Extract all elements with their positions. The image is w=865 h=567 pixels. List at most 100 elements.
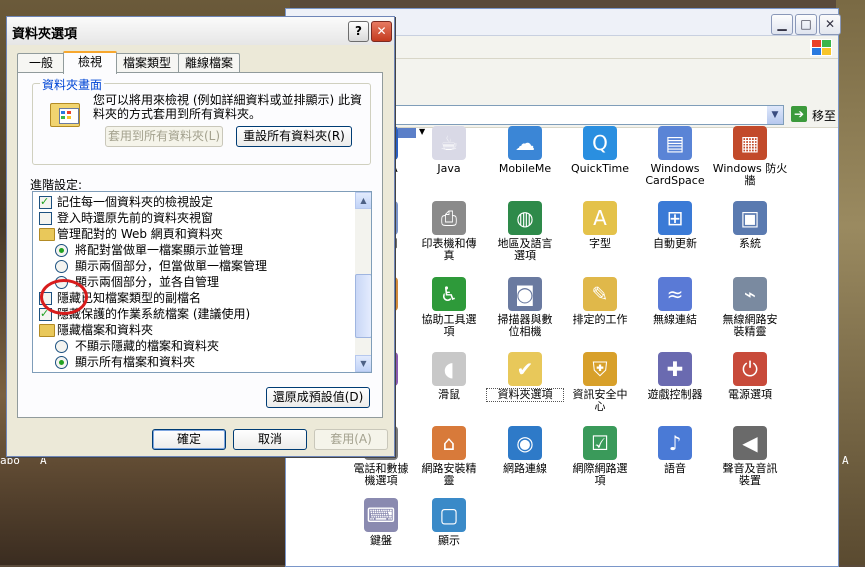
control-panel-item[interactable]: ☕ Java: [411, 126, 487, 175]
control-panel-item[interactable]: ☁ MobileMe: [487, 126, 563, 175]
mouse-icon: ◖: [432, 352, 466, 386]
control-panel-item[interactable]: ▦ Windows 防火 牆: [712, 126, 788, 187]
red-highlight-circle: [40, 279, 88, 315]
accessibility-icon: ♿: [432, 277, 466, 311]
control-panel-item-label: 鍵盤: [370, 534, 392, 547]
cancel-button[interactable]: 取消: [233, 429, 307, 450]
control-panel-item-label: 網際網路選 項: [572, 462, 628, 487]
control-panel-item-label: Windows CardSpace: [645, 162, 705, 187]
control-panel-item-label: 字型: [589, 237, 611, 250]
cloud-icon: ☁: [508, 126, 542, 160]
control-panel-item-label: Java: [437, 162, 461, 175]
setting-label: 登入時還原先前的資料夾視窗: [57, 211, 214, 225]
radio-button[interactable]: [55, 340, 68, 353]
control-panel-item[interactable]: ⌁ 無線網路安 裝精靈: [712, 277, 788, 338]
control-panel-item[interactable]: ⛨ 資訊安全中 心: [562, 352, 638, 413]
address-dropdown-icon[interactable]: ▼: [767, 106, 783, 124]
control-panel-item[interactable]: ▤ Windows CardSpace: [637, 126, 713, 187]
windows-logo-icon: [810, 39, 832, 56]
radio-button[interactable]: [55, 260, 68, 273]
control-panel-item[interactable]: ◍ 地區及語言 選項: [487, 201, 563, 262]
control-panel-item-label: QuickTime: [570, 162, 630, 175]
restore-defaults-button[interactable]: 還原成預設值(D): [266, 387, 370, 408]
advanced-settings-list[interactable]: 記住每一個資料夾的檢視設定登入時還原先前的資料夾視窗管理配對的 Web 網頁和資…: [32, 191, 372, 373]
control-panel-item[interactable]: ◖ 滑鼠: [411, 352, 487, 401]
checkbox[interactable]: [39, 194, 52, 210]
control-panel-item[interactable]: ⊞ 自動更新: [637, 201, 713, 250]
control-panel-item-label: 無線網路安 裝精靈: [722, 313, 778, 338]
control-panel-item[interactable]: ▣ 系統: [712, 201, 788, 250]
close-button[interactable]: ✕: [819, 14, 841, 35]
speaker-icon: ◀: [733, 426, 767, 460]
control-panel-item-label: 電話和數據 機選項: [353, 462, 409, 487]
control-panel-item-label: 網路連線: [503, 462, 547, 475]
radio-button[interactable]: [55, 244, 68, 257]
dialog-close-button[interactable]: ✕: [371, 21, 392, 42]
control-panel-item[interactable]: ◉ 網路連線: [487, 426, 563, 475]
control-panel-item-label: 資料夾選項: [486, 388, 564, 402]
display-icon: ▢: [432, 498, 466, 532]
control-panel-item[interactable]: ✔ 資料夾選項: [486, 352, 564, 402]
tab-offline-files[interactable]: 離線檔案: [178, 53, 240, 72]
control-panel-item-label: 地區及語言 選項: [497, 237, 553, 262]
tab-file-types[interactable]: 檔案類型: [115, 53, 179, 72]
desktop-background-right: [836, 0, 865, 565]
group-label: 資料夾畫面: [40, 76, 105, 93]
tab-general[interactable]: 一般: [17, 53, 65, 72]
ok-button[interactable]: 確定: [152, 429, 226, 450]
control-panel-item-label: 電源選項: [728, 388, 772, 401]
control-panel-item[interactable]: A 字型: [562, 201, 638, 250]
checkbox[interactable]: [39, 212, 52, 225]
control-panel-item-label: MobileMe: [498, 162, 552, 175]
keyboard-icon: ⌨: [364, 498, 398, 532]
control-panel-item-label: 排定的工作: [572, 313, 628, 326]
control-panel-item-label: 掃描器與數 位相機: [497, 313, 553, 338]
power-plug-icon: ⏻: [733, 352, 767, 386]
control-panel-item[interactable]: ☑ 網際網路選 項: [562, 426, 638, 487]
control-panel-item[interactable]: ≈ 無線連結: [637, 277, 713, 326]
setting-label: 不顯示隱藏的檔案和資料夾: [75, 339, 220, 353]
help-button[interactable]: ?: [348, 21, 369, 42]
control-panel-item-label: Windows 防火 牆: [712, 162, 788, 187]
control-panel-item[interactable]: ✎ 排定的工作: [562, 277, 638, 326]
radio-button[interactable]: [55, 356, 68, 369]
folder-icon: [39, 228, 55, 241]
group-description: 您可以將用來檢視 (例如詳細資料或並排顯示) 此資料夾的方式套用到所有資料夾。: [93, 93, 362, 121]
control-panel-item-label: 顯示: [438, 534, 460, 547]
control-panel-item-label: 協助工具選 項: [421, 313, 477, 338]
control-panel-item[interactable]: ⎙ 印表機和傳 真: [411, 201, 487, 262]
control-panel-item[interactable]: Q QuickTime: [562, 126, 638, 175]
setting-label: 顯示兩個部分，並各自管理: [75, 275, 220, 289]
go-button-label[interactable]: 移至: [812, 107, 836, 124]
control-panel-item[interactable]: ✚ 遊戲控制器: [637, 352, 713, 401]
cardspace-icon: ▤: [658, 126, 692, 160]
control-panel-item-label: 滑鼠: [438, 388, 460, 401]
scroll-thumb[interactable]: [355, 274, 371, 338]
scroll-down-icon[interactable]: ▼: [355, 355, 371, 372]
folder-views-group: 資料夾畫面 您可以將用來檢視 (例如詳細資料或並排顯示) 此資料夾的方式套用到所…: [32, 76, 371, 165]
apply-to-all-folders-button[interactable]: 套用到所有資料夾(L): [105, 126, 223, 147]
java-cup-icon: ☕: [432, 126, 466, 160]
scroll-up-icon[interactable]: ▲: [355, 192, 371, 209]
control-panel-item[interactable]: ♿ 協助工具選 項: [411, 277, 487, 338]
scheduled-tasks-icon: ✎: [583, 277, 617, 311]
go-arrow-icon[interactable]: ➔: [791, 106, 807, 122]
control-panel-item[interactable]: ▢ 顯示: [411, 498, 487, 547]
reset-all-folders-button[interactable]: 重設所有資料夾(R): [236, 126, 352, 147]
apply-button[interactable]: 套用(A): [314, 429, 388, 450]
minimize-button[interactable]: ▁: [771, 14, 793, 35]
control-panel-item[interactable]: ◙ 掃描器與數 位相機: [487, 277, 563, 338]
maximize-button[interactable]: □: [795, 14, 817, 35]
setting-label: 記住每一個資料夾的檢視設定: [57, 195, 214, 209]
control-panel-item[interactable]: ⏻ 電源選項: [712, 352, 788, 401]
quicktime-icon: Q: [583, 126, 617, 160]
internet-options-icon: ☑: [583, 426, 617, 460]
control-panel-item[interactable]: ◀ 聲音及音訊 裝置: [712, 426, 788, 487]
tab-view[interactable]: 檢視: [63, 51, 117, 74]
control-panel-item[interactable]: ⌨ 鍵盤: [343, 498, 419, 547]
scrollbar[interactable]: ▲ ▼: [355, 192, 371, 372]
setting-label: 顯示所有檔案和資料夾: [75, 355, 196, 369]
control-panel-item[interactable]: ⌂ 網路安裝精 靈: [411, 426, 487, 487]
control-panel-item-label: 印表機和傳 真: [421, 237, 477, 262]
control-panel-item[interactable]: ♪ 語音: [637, 426, 713, 475]
